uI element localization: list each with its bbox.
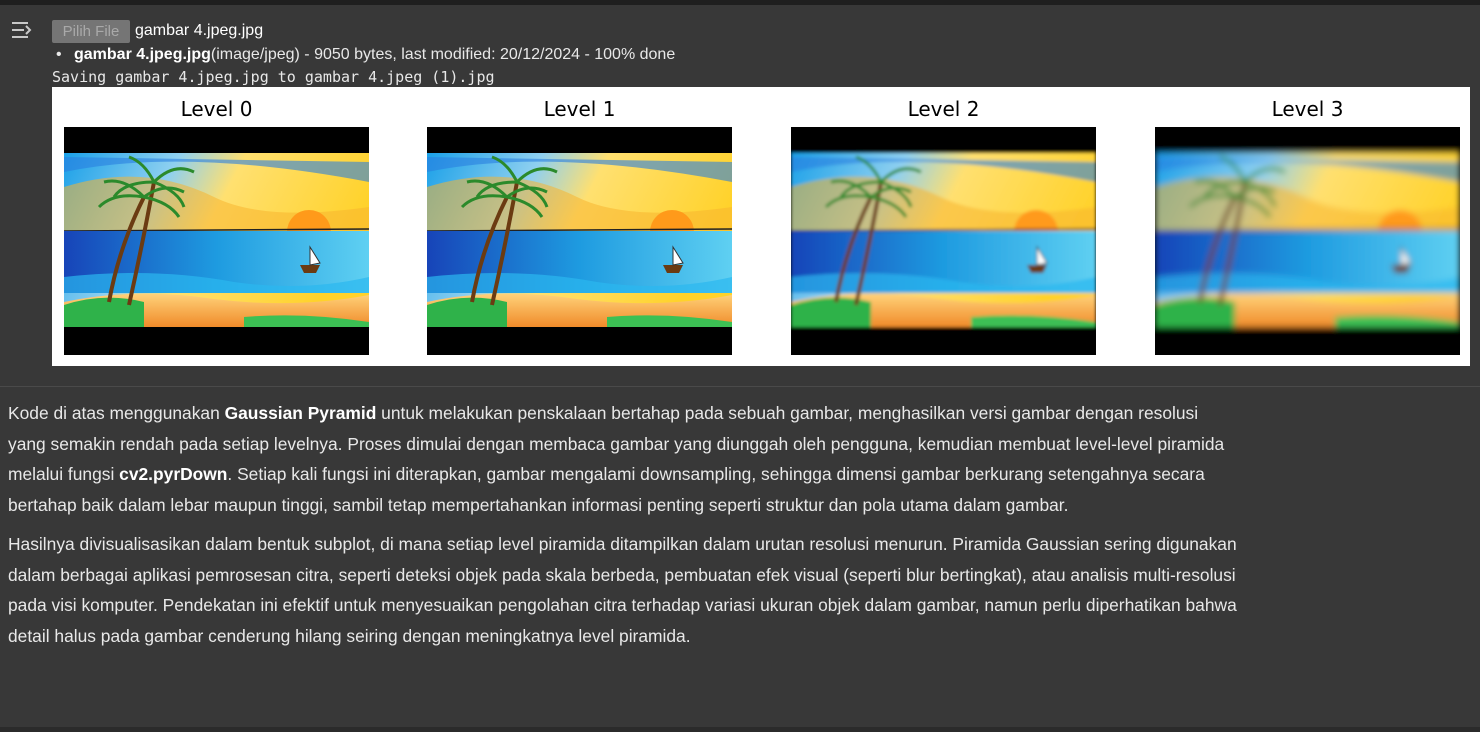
level-3-image — [1155, 127, 1460, 355]
saving-message: Saving gambar 4.jpeg.jpg to gambar 4.jpe… — [52, 68, 495, 86]
bullet-icon: • — [56, 46, 62, 63]
cell-divider — [0, 386, 1480, 387]
pyramid-panel-level-0: Level 0 — [64, 87, 369, 366]
pyramid-figure: Level 0 Level 1 Level 2 Level 3 — [52, 87, 1470, 366]
paragraph-2: Hasilnya divisualisasikan dalam bentuk s… — [8, 534, 1237, 646]
collapse-output-icon[interactable] — [10, 18, 36, 42]
panel-title: Level 3 — [1271, 97, 1344, 121]
panel-title: Level 2 — [907, 97, 980, 121]
p1-bold-gaussian-pyramid: Gaussian Pyramid — [224, 403, 377, 423]
bottom-edge — [0, 727, 1480, 732]
pyramid-panel-level-1: Level 1 — [427, 87, 732, 366]
panel-title: Level 1 — [543, 97, 616, 121]
uploaded-file-name: gambar 4.jpeg.jpg — [74, 46, 211, 63]
panel-title: Level 0 — [180, 97, 253, 121]
cell-output: Pilih File gambar 4.jpeg.jpg • gambar 4.j… — [0, 5, 1480, 387]
p1-bold-pyrdown: cv2.pyrDown — [119, 464, 228, 484]
selected-file-name: gambar 4.jpeg.jpg — [135, 22, 264, 39]
choose-file-button[interactable]: Pilih File — [52, 20, 130, 43]
uploaded-file-info: • gambar 4.jpeg.jpg(image/jpeg) - 9050 by… — [56, 46, 675, 64]
level-0-image — [64, 127, 369, 355]
pyramid-panel-level-2: Level 2 — [791, 87, 1096, 366]
markdown-text-cell: Kode di atas menggunakan Gaussian Pyrami… — [8, 398, 1238, 660]
p1-text-a: Kode di atas menggunakan — [8, 403, 225, 423]
uploaded-file-details: (image/jpeg) - 9050 bytes, last modified… — [210, 46, 676, 63]
level-1-image — [427, 127, 732, 355]
paragraph-1: Kode di atas menggunakan Gaussian Pyrami… — [8, 398, 1238, 520]
pyramid-panel-level-3: Level 3 — [1155, 87, 1460, 366]
level-2-image — [791, 127, 1096, 355]
